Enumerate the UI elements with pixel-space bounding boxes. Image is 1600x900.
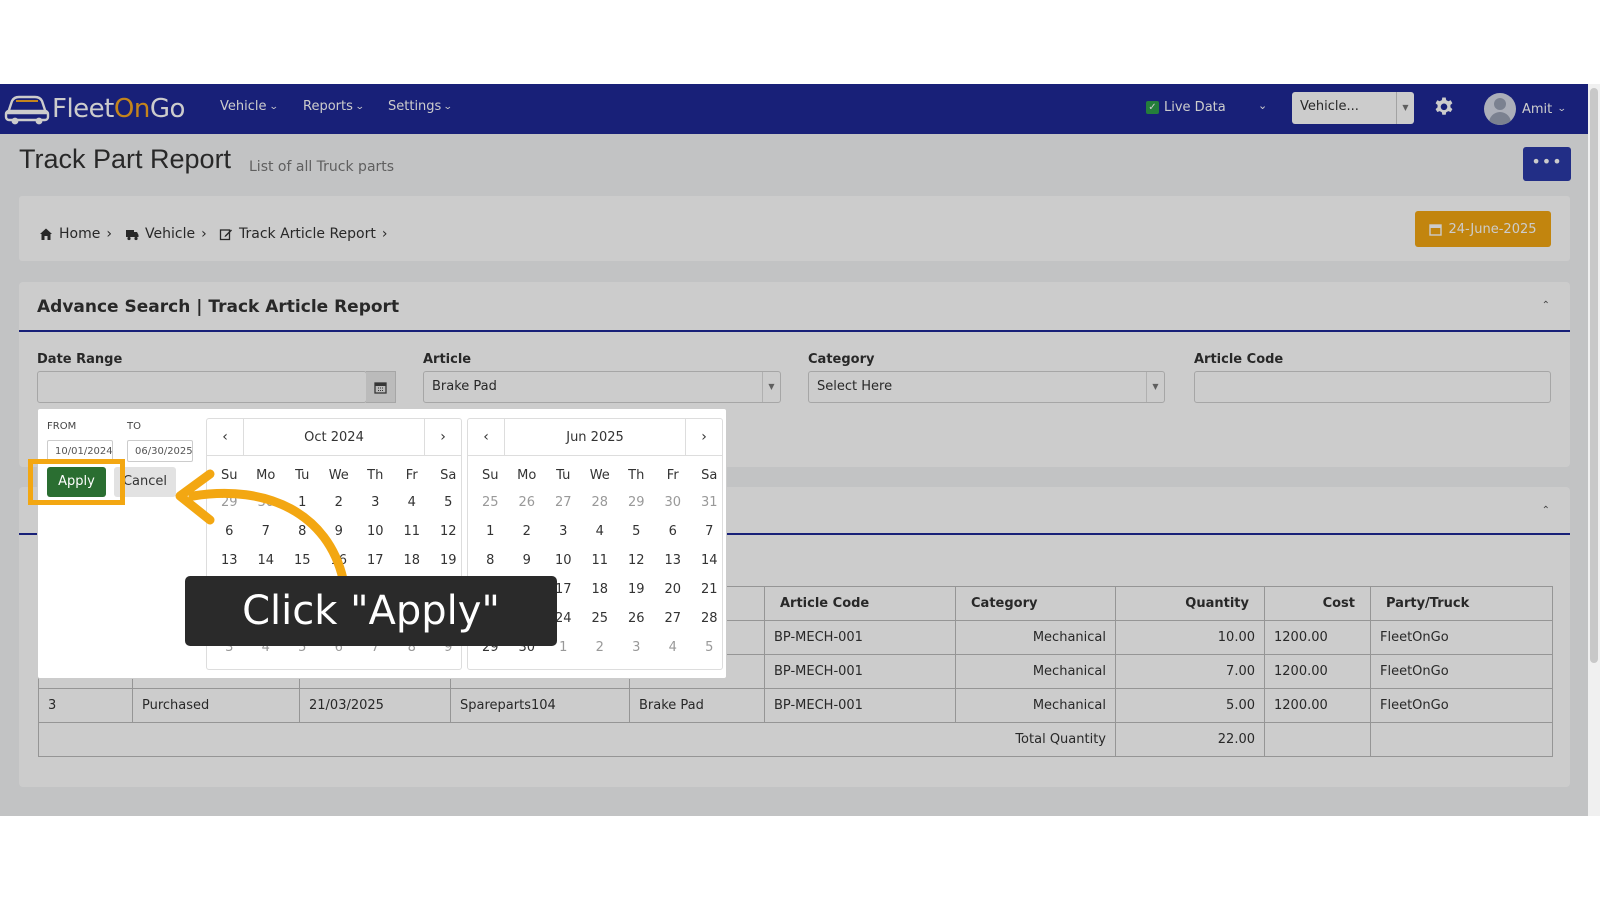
calendar-day[interactable]: 19 xyxy=(430,546,467,575)
calendar-day[interactable]: 12 xyxy=(430,517,467,546)
calendar-day[interactable]: 30 xyxy=(655,488,692,517)
calendar-day[interactable]: 2 xyxy=(582,633,619,662)
calendar-day[interactable]: 26 xyxy=(509,488,546,517)
calendar-day[interactable]: 28 xyxy=(691,604,728,633)
calendar-day[interactable]: 12 xyxy=(618,546,655,575)
calendar-day[interactable]: 18 xyxy=(582,575,619,604)
calendar-day[interactable]: 14 xyxy=(691,546,728,575)
calendar-day[interactable]: 5 xyxy=(691,633,728,662)
pointer-arrow-icon xyxy=(175,469,348,584)
next-month-icon[interactable]: › xyxy=(425,419,461,456)
calendar-day[interactable]: 10 xyxy=(545,546,582,575)
calendar-day[interactable]: 5 xyxy=(618,517,655,546)
calendar-day[interactable]: 13 xyxy=(655,546,692,575)
calendar-left-month: Oct 2024 xyxy=(243,419,425,456)
prev-month-icon[interactable]: ‹ xyxy=(207,419,243,456)
prev-month-icon[interactable]: ‹ xyxy=(468,419,504,456)
calendar-day[interactable]: 4 xyxy=(394,488,431,517)
calendar-day[interactable]: 7 xyxy=(691,517,728,546)
calendar-day[interactable]: 18 xyxy=(394,546,431,575)
calendar-day[interactable]: 3 xyxy=(618,633,655,662)
calendar-day[interactable]: 25 xyxy=(472,488,509,517)
calendar-day[interactable]: 4 xyxy=(582,517,619,546)
scrollbar-thumb[interactable] xyxy=(1590,88,1598,663)
calendar-day[interactable]: 3 xyxy=(545,517,582,546)
calendar-day[interactable]: 8 xyxy=(472,546,509,575)
calendar-day[interactable]: 19 xyxy=(618,575,655,604)
calendar-day[interactable]: 11 xyxy=(394,517,431,546)
apply-highlight-box xyxy=(28,459,125,505)
calendar-day[interactable]: 4 xyxy=(655,633,692,662)
from-label: FROM xyxy=(47,421,77,432)
calendar-day[interactable]: 2 xyxy=(509,517,546,546)
calendar-day[interactable]: 25 xyxy=(582,604,619,633)
calendar-day[interactable]: 6 xyxy=(655,517,692,546)
calendar-day[interactable]: 31 xyxy=(691,488,728,517)
calendar-day[interactable]: 11 xyxy=(582,546,619,575)
to-label: TO xyxy=(127,421,141,432)
calendar-day[interactable]: 5 xyxy=(430,488,467,517)
calendar-day[interactable]: 26 xyxy=(618,604,655,633)
calendar-day[interactable]: 21 xyxy=(691,575,728,604)
calendar-day[interactable]: 27 xyxy=(545,488,582,517)
calendar-day[interactable]: 27 xyxy=(655,604,692,633)
instruction-callout: Click "Apply" xyxy=(185,576,557,646)
calendar-day[interactable]: 1 xyxy=(472,517,509,546)
calendar-right-month: Jun 2025 xyxy=(504,419,686,456)
calendar-day[interactable]: 20 xyxy=(655,575,692,604)
app-window: FleetOnGo Vehicle ⌄ Reports ⌄ Settings ⌄ ✓ L… xyxy=(0,84,1600,816)
calendar-day[interactable]: 29 xyxy=(618,488,655,517)
next-month-icon[interactable]: › xyxy=(686,419,722,456)
calendar-day[interactable]: 9 xyxy=(509,546,546,575)
to-date-input[interactable]: 06/30/2025 xyxy=(127,440,193,462)
calendar-day[interactable]: 28 xyxy=(582,488,619,517)
vertical-scrollbar[interactable] xyxy=(1588,84,1600,816)
